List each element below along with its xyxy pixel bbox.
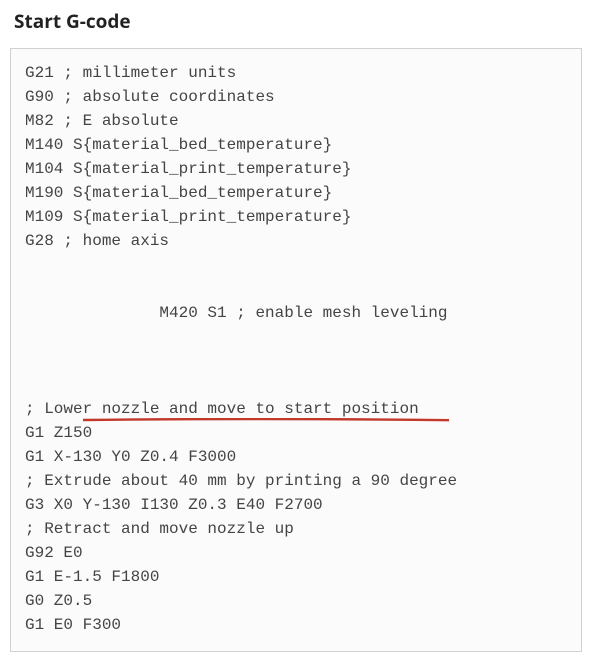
code-line: ; Extrude about 40 mm by printing a 90 d… <box>25 469 567 493</box>
code-line-highlighted: M420 S1 ; enable mesh leveling <box>25 253 567 397</box>
code-line: G21 ; millimeter units <box>25 61 567 85</box>
code-line: M140 S{material_bed_temperature} <box>25 133 567 157</box>
code-line: ; Lower nozzle and move to start positio… <box>25 397 567 421</box>
code-line: G1 E-1.5 F1800 <box>25 565 567 589</box>
code-line: ; Retract and move nozzle up <box>25 517 567 541</box>
code-line: M190 S{material_bed_temperature} <box>25 181 567 205</box>
highlighted-text: M420 S1 ; enable mesh leveling <box>83 277 448 373</box>
code-text: M420 S1 ; enable mesh leveling <box>159 304 447 322</box>
code-line: G92 E0 <box>25 541 567 565</box>
code-line: G28 ; home axis <box>25 229 567 253</box>
code-line: M82 ; E absolute <box>25 109 567 133</box>
gcode-block: G21 ; millimeter units G90 ; absolute co… <box>10 48 582 652</box>
document-page: Start G-code G21 ; millimeter units G90 … <box>0 0 592 672</box>
code-line: G3 X0 Y-130 I130 Z0.3 E40 F2700 <box>25 493 567 517</box>
code-line: G0 Z0.5 <box>25 589 567 613</box>
red-underline-annotation <box>83 370 450 374</box>
code-line: G90 ; absolute coordinates <box>25 85 567 109</box>
code-line: M109 S{material_print_temperature} <box>25 205 567 229</box>
code-line: G1 Z150 <box>25 421 567 445</box>
code-line: G1 E0 F300 <box>25 613 567 637</box>
section-heading: Start G-code <box>14 8 582 34</box>
code-line: G1 X-130 Y0 Z0.4 F3000 <box>25 445 567 469</box>
code-line: M104 S{material_print_temperature} <box>25 157 567 181</box>
